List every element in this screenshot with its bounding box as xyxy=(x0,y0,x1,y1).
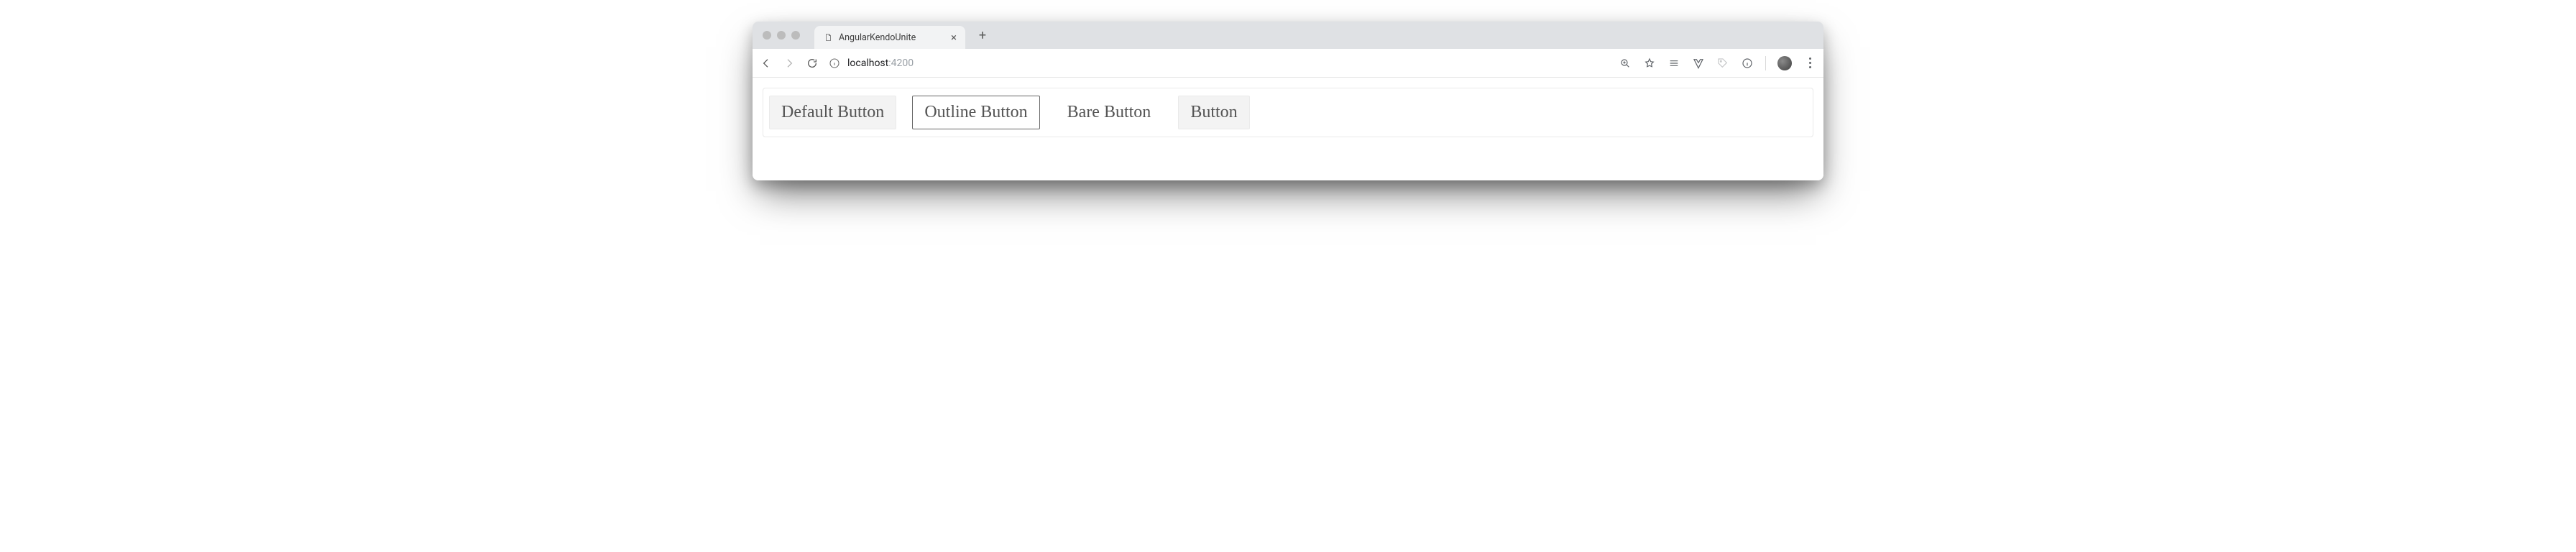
bookmark-star-icon[interactable] xyxy=(1643,57,1656,70)
button-showcase-panel: Default Button Outline Button Bare Butto… xyxy=(763,88,1813,137)
outline-button[interactable]: Outline Button xyxy=(912,96,1039,129)
reload-button[interactable] xyxy=(806,57,819,70)
window-close-icon[interactable] xyxy=(763,31,771,40)
browser-window: AngularKendoUnite × + localhost:4200 xyxy=(753,22,1823,180)
new-tab-button[interactable]: + xyxy=(972,25,993,45)
window-minimize-icon[interactable] xyxy=(777,31,786,40)
toolbar-separator xyxy=(1765,56,1766,70)
toolbar-right xyxy=(1619,56,1816,70)
extension-info-icon[interactable] xyxy=(1741,57,1754,70)
extension-stack-icon[interactable] xyxy=(1668,57,1680,70)
plain-button[interactable]: Button xyxy=(1178,96,1249,129)
site-info-icon[interactable] xyxy=(829,58,840,69)
bare-button[interactable]: Bare Button xyxy=(1056,96,1163,129)
zoom-icon[interactable] xyxy=(1619,57,1632,70)
extension-tag-icon[interactable] xyxy=(1716,57,1729,70)
forward-button[interactable] xyxy=(783,57,796,70)
browser-tab[interactable]: AngularKendoUnite × xyxy=(814,26,965,49)
address-bar: localhost:4200 xyxy=(753,49,1823,78)
browser-menu-button[interactable] xyxy=(1803,58,1816,68)
window-controls xyxy=(763,31,800,40)
profile-avatar[interactable] xyxy=(1777,56,1792,70)
url-port: :4200 xyxy=(888,58,914,69)
extension-vue-icon[interactable] xyxy=(1692,57,1705,70)
titlebar: AngularKendoUnite × + xyxy=(753,22,1823,49)
close-tab-icon[interactable]: × xyxy=(951,32,957,43)
url-host: localhost xyxy=(847,58,888,69)
back-button[interactable] xyxy=(760,57,773,70)
page-viewport: Default Button Outline Button Bare Butto… xyxy=(753,78,1823,180)
url-text: localhost:4200 xyxy=(847,58,914,69)
default-button[interactable]: Default Button xyxy=(769,96,896,129)
file-icon xyxy=(823,32,833,42)
window-maximize-icon[interactable] xyxy=(791,31,800,40)
tab-title: AngularKendoUnite xyxy=(839,32,916,43)
address-field[interactable]: localhost:4200 xyxy=(829,58,1609,69)
